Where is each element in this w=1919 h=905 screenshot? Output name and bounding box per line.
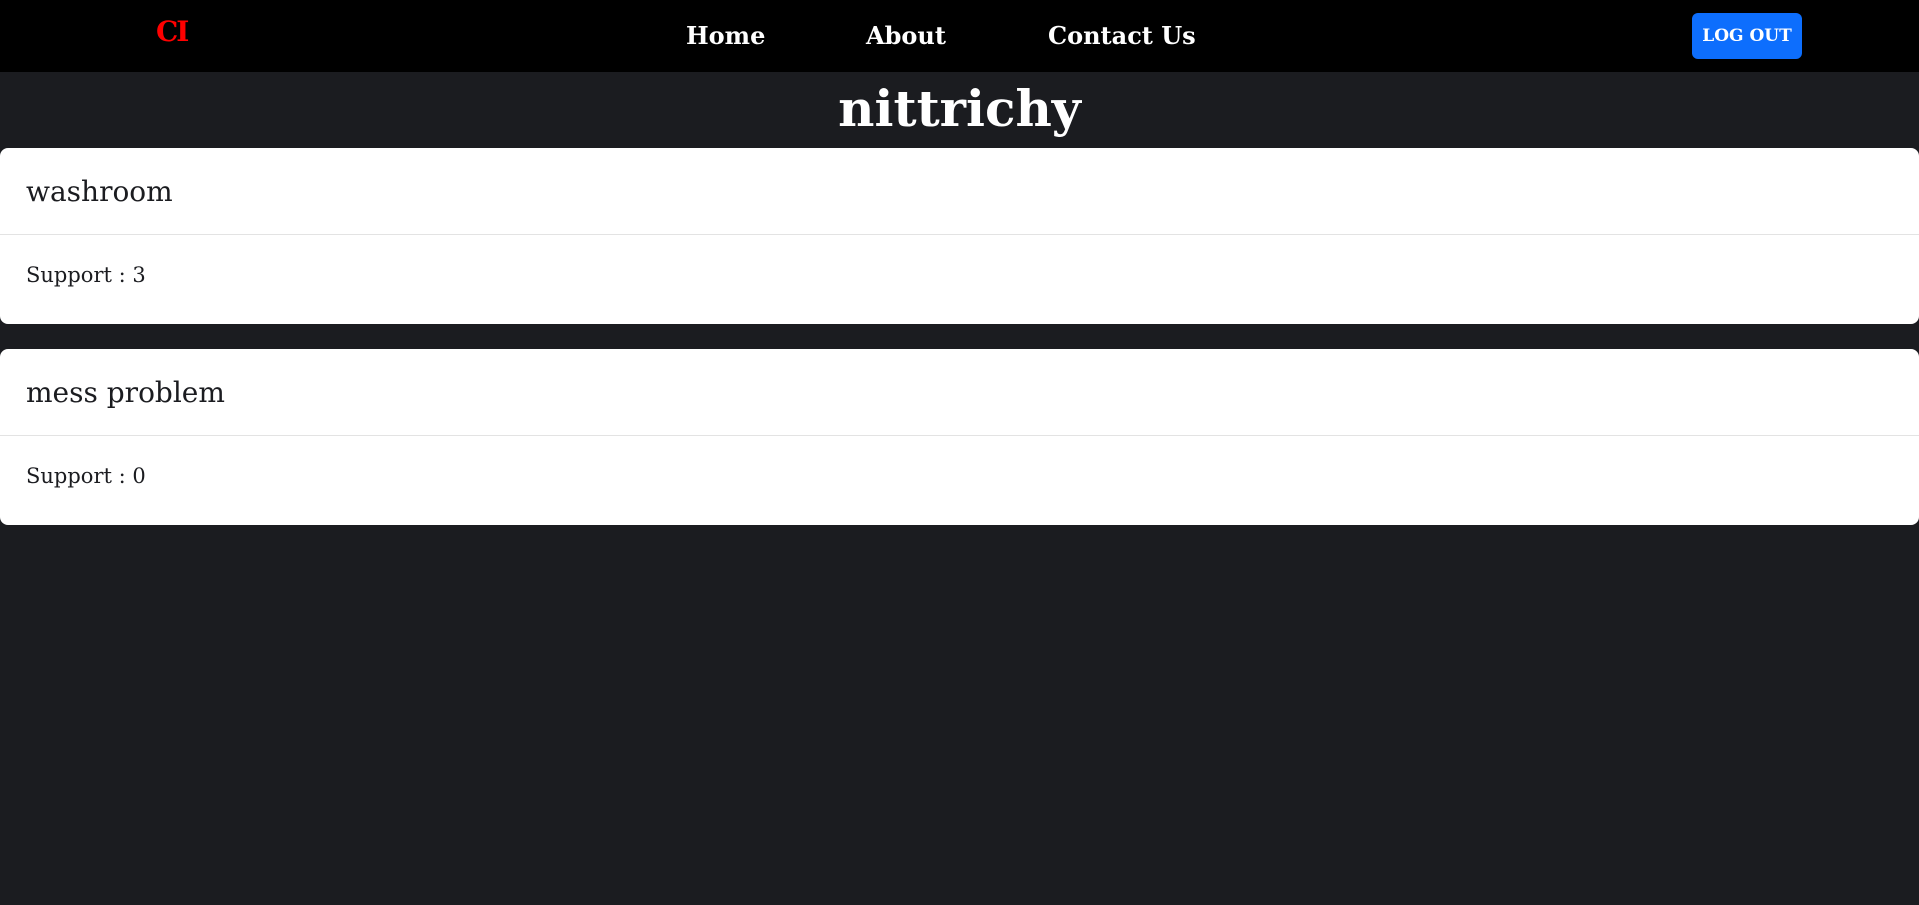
card-body: Support : 0 — [0, 436, 1919, 524]
support-count: Support : 3 — [26, 263, 146, 287]
card-header: washroom — [0, 148, 1919, 235]
support-count: Support : 0 — [26, 464, 146, 488]
complaint-title: washroom — [26, 175, 173, 208]
logout-button[interactable]: LOG OUT — [1692, 13, 1802, 59]
nav-link-about[interactable]: About — [866, 16, 946, 56]
complaint-card[interactable]: washroom Support : 3 — [0, 148, 1919, 324]
nav-link-contact-us[interactable]: Contact Us — [1048, 16, 1196, 56]
page-title: nittrichy — [838, 79, 1081, 138]
complaint-card[interactable]: mess problem Support : 0 — [0, 349, 1919, 525]
card-body: Support : 3 — [0, 235, 1919, 323]
nav-link-home[interactable]: Home — [686, 16, 765, 56]
navbar: CI Home About Contact Us LOG OUT — [0, 0, 1919, 72]
complaint-title: mess problem — [26, 376, 225, 409]
nav-links: Home About Contact Us — [0, 16, 1919, 56]
card-header: mess problem — [0, 349, 1919, 436]
